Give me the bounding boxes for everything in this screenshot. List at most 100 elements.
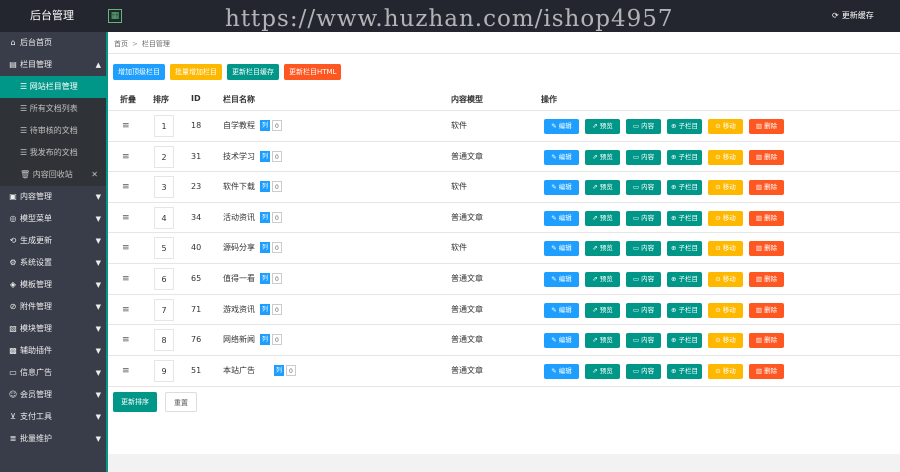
content-button[interactable]: ▭ 内容 xyxy=(626,119,661,134)
delete-button[interactable]: ▥ 删除 xyxy=(749,333,784,349)
close-icon[interactable]: ✕ xyxy=(91,164,98,186)
sidebar-item-batch[interactable]: ≣ 批量维护 ▼ xyxy=(0,428,108,450)
drag-handle-icon[interactable]: ≡ xyxy=(122,111,130,141)
sidebar-item-template[interactable]: ◈ 模板管理 ▼ xyxy=(0,274,108,296)
delete-button[interactable]: ▥ 删除 xyxy=(749,271,784,287)
move-button[interactable]: ⊙ 移动 xyxy=(708,302,743,318)
sort-input[interactable]: 7 xyxy=(154,298,174,321)
sort-input[interactable]: 3 xyxy=(154,176,174,199)
preview-button[interactable]: ⇗ 预览 xyxy=(585,149,620,165)
delete-button[interactable]: ▥ 删除 xyxy=(749,363,784,379)
edit-button[interactable]: ✎ 编辑 xyxy=(544,302,579,318)
sort-input[interactable]: 9 xyxy=(154,359,174,382)
edit-button[interactable]: ✎ 编辑 xyxy=(544,241,579,257)
preview-button[interactable]: ⇗ 预览 xyxy=(585,333,620,349)
preview-button[interactable]: ⇗ 预览 xyxy=(585,180,620,196)
content-button[interactable]: ▭ 内容 xyxy=(626,363,661,379)
move-button[interactable]: ⊙ 移动 xyxy=(708,210,743,226)
sort-input[interactable]: 5 xyxy=(154,237,174,260)
category-name[interactable]: 网络新闻列 0 xyxy=(223,325,282,355)
sidebar-subitem-pending[interactable]: ☰ 待审核的文档 xyxy=(0,120,108,142)
category-name[interactable]: 活动资讯列 0 xyxy=(223,203,282,233)
content-button[interactable]: ▭ 内容 xyxy=(626,333,661,349)
sidebar-item-attach[interactable]: ⊘ 附件管理 ▼ xyxy=(0,296,108,318)
sidebar-item-member[interactable]: ☺ 会员管理 ▼ xyxy=(0,384,108,406)
batch-add-category-button[interactable]: 批量增加栏目 xyxy=(170,64,222,80)
add-child-button[interactable]: ⊕ 子栏目 xyxy=(667,210,702,226)
add-child-button[interactable]: ⊕ 子栏目 xyxy=(667,180,702,196)
category-name[interactable]: 本站广告 列 0 xyxy=(223,356,296,386)
edit-button[interactable]: ✎ 编辑 xyxy=(544,363,579,379)
delete-button[interactable]: ▥ 删除 xyxy=(749,210,784,226)
update-category-cache-button[interactable]: 更新栏目缓存 xyxy=(227,64,279,80)
category-name[interactable]: 游戏资讯列 0 xyxy=(223,295,282,325)
sidebar-item-home[interactable]: ⌂ 后台首页 xyxy=(0,32,108,54)
add-child-button[interactable]: ⊕ 子栏目 xyxy=(667,241,702,257)
preview-button[interactable]: ⇗ 预览 xyxy=(585,302,620,318)
move-button[interactable]: ⊙ 移动 xyxy=(708,119,743,134)
sort-input[interactable]: 6 xyxy=(154,267,174,290)
sidebar-subitem-category-manage[interactable]: ☰ 网站栏目管理 xyxy=(0,76,108,98)
drag-handle-icon[interactable]: ≡ xyxy=(122,295,130,325)
sidebar-item-pay[interactable]: ⊻ 支付工具 ▼ xyxy=(0,406,108,428)
sidebar-subitem-my-docs[interactable]: ☰ 我发布的文档 xyxy=(0,142,108,164)
move-button[interactable]: ⊙ 移动 xyxy=(708,180,743,196)
drag-handle-icon[interactable]: ≡ xyxy=(122,356,130,386)
update-cache-link[interactable]: ⟳ 更新缓存 xyxy=(832,10,874,21)
category-name[interactable]: 源码分享列 0 xyxy=(223,233,282,263)
edit-button[interactable]: ✎ 编辑 xyxy=(544,149,579,165)
delete-button[interactable]: ▥ 删除 xyxy=(749,241,784,257)
content-button[interactable]: ▭ 内容 xyxy=(626,302,661,318)
drag-handle-icon[interactable]: ≡ xyxy=(122,172,130,202)
move-button[interactable]: ⊙ 移动 xyxy=(708,271,743,287)
drag-handle-icon[interactable]: ≡ xyxy=(122,203,130,233)
add-child-button[interactable]: ⊕ 子栏目 xyxy=(667,363,702,379)
move-button[interactable]: ⊙ 移动 xyxy=(708,241,743,257)
edit-button[interactable]: ✎ 编辑 xyxy=(544,271,579,287)
update-category-html-button[interactable]: 更新栏目HTML xyxy=(284,64,342,80)
sidebar-item-generate[interactable]: ⟲ 生成更新 ▼ xyxy=(0,230,108,252)
grid-icon[interactable]: ▦ xyxy=(108,9,122,23)
drag-handle-icon[interactable]: ≡ xyxy=(122,264,130,294)
add-child-button[interactable]: ⊕ 子栏目 xyxy=(667,119,702,134)
sidebar-item-system[interactable]: ⚙ 系统设置 ▼ xyxy=(0,252,108,274)
sidebar-item-plugin[interactable]: ▩ 辅助插件 ▼ xyxy=(0,340,108,362)
sidebar-item-ads[interactable]: ▭ 信息广告 ▼ xyxy=(0,362,108,384)
drag-handle-icon[interactable]: ≡ xyxy=(122,233,130,263)
preview-button[interactable]: ⇗ 预览 xyxy=(585,119,620,134)
add-child-button[interactable]: ⊕ 子栏目 xyxy=(667,333,702,349)
content-button[interactable]: ▭ 内容 xyxy=(626,210,661,226)
drag-handle-icon[interactable]: ≡ xyxy=(122,325,130,355)
sort-input[interactable]: 4 xyxy=(154,206,174,229)
update-sort-button[interactable]: 更新排序 xyxy=(113,392,157,412)
edit-button[interactable]: ✎ 编辑 xyxy=(544,333,579,349)
move-button[interactable]: ⊙ 移动 xyxy=(708,149,743,165)
drag-handle-icon[interactable]: ≡ xyxy=(122,142,130,172)
content-button[interactable]: ▭ 内容 xyxy=(626,241,661,257)
add-child-button[interactable]: ⊕ 子栏目 xyxy=(667,271,702,287)
edit-button[interactable]: ✎ 编辑 xyxy=(544,180,579,196)
edit-button[interactable]: ✎ 编辑 xyxy=(544,119,579,134)
sidebar-item-module[interactable]: ▧ 模块管理 ▼ xyxy=(0,318,108,340)
category-name[interactable]: 自学教程列 0 xyxy=(223,111,282,141)
sort-input[interactable]: 1 xyxy=(154,115,174,137)
sidebar-item-model[interactable]: ◎ 模型菜单 ▼ xyxy=(0,208,108,230)
sidebar-item-content[interactable]: ▣ 内容管理 ▼ xyxy=(0,186,108,208)
sort-input[interactable]: 8 xyxy=(154,329,174,352)
sidebar-subitem-all-docs[interactable]: ☰ 所有文档列表 xyxy=(0,98,108,120)
preview-button[interactable]: ⇗ 预览 xyxy=(585,241,620,257)
reset-button[interactable]: 重置 xyxy=(165,392,197,412)
content-button[interactable]: ▭ 内容 xyxy=(626,271,661,287)
add-top-category-button[interactable]: 增加顶级栏目 xyxy=(113,64,165,80)
category-name[interactable]: 软件下载列 0 xyxy=(223,172,282,202)
delete-button[interactable]: ▥ 删除 xyxy=(749,149,784,165)
sidebar-item-category[interactable]: ▤ 栏目管理 ▲ xyxy=(0,54,108,76)
breadcrumb-home[interactable]: 首页 xyxy=(114,40,128,48)
preview-button[interactable]: ⇗ 预览 xyxy=(585,271,620,287)
move-button[interactable]: ⊙ 移动 xyxy=(708,363,743,379)
delete-button[interactable]: ▥ 删除 xyxy=(749,302,784,318)
add-child-button[interactable]: ⊕ 子栏目 xyxy=(667,149,702,165)
preview-button[interactable]: ⇗ 预览 xyxy=(585,363,620,379)
category-name[interactable]: 值得一看列 0 xyxy=(223,264,282,294)
sort-input[interactable]: 2 xyxy=(154,145,174,168)
